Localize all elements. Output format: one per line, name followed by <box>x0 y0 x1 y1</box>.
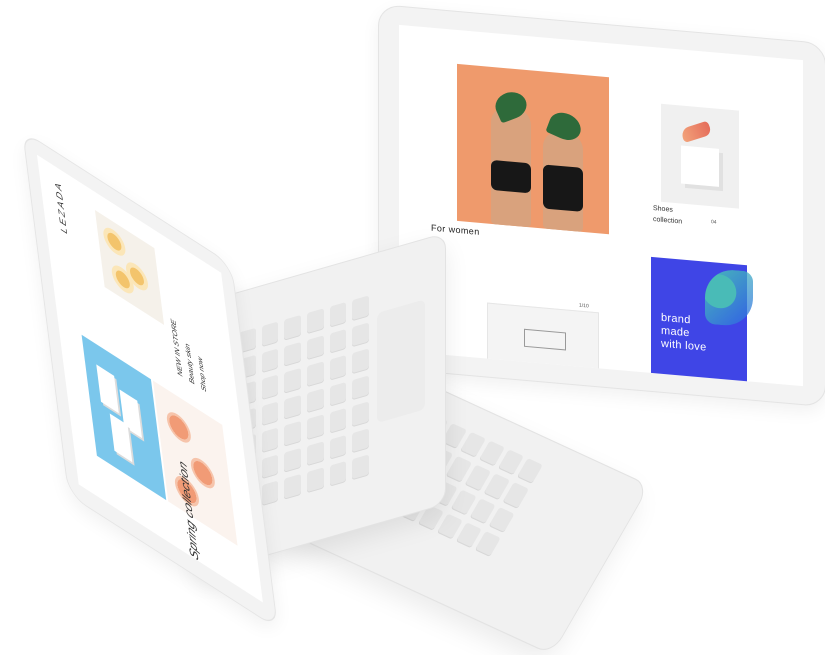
touchpad <box>377 299 425 424</box>
brand-wave-graphic <box>705 267 753 328</box>
small-text[interactable]: Shop now <box>197 355 208 394</box>
key <box>352 295 369 321</box>
key <box>284 474 301 500</box>
brand-tile[interactable]: brand made with love <box>651 256 753 386</box>
key <box>261 454 279 480</box>
key <box>306 308 324 334</box>
key <box>306 388 324 414</box>
swimsuit <box>491 159 531 194</box>
key <box>306 361 324 387</box>
small-text: NEW IN STORE <box>170 317 185 379</box>
laptop-mockup-scene: For women 1/10 Shoes collection 04 brand… <box>0 0 825 655</box>
key <box>284 314 301 341</box>
key <box>306 467 324 494</box>
left-laptop-lid: LEZADA NEW IN STORE Beauty skin Shop now… <box>22 130 279 630</box>
key <box>284 447 301 474</box>
key <box>329 461 347 487</box>
key <box>261 347 279 374</box>
key <box>352 375 369 401</box>
mini-frame <box>524 328 566 351</box>
flower-icon <box>114 267 131 292</box>
key <box>329 434 347 461</box>
shoes-tile[interactable] <box>661 103 739 209</box>
key <box>329 301 347 328</box>
key <box>284 368 301 394</box>
flower-icon <box>106 229 123 254</box>
right-laptop-screen: For women 1/10 Shoes collection 04 brand… <box>399 24 803 387</box>
women-label[interactable]: For women <box>431 223 480 237</box>
women-count: 1/10 <box>579 302 589 310</box>
key <box>329 408 347 434</box>
key <box>284 394 301 420</box>
key <box>306 334 324 361</box>
shoes-count: 04 <box>711 219 717 226</box>
key <box>284 341 301 367</box>
key <box>261 480 279 507</box>
key <box>261 427 279 454</box>
brand-text: brand made with love <box>661 311 707 354</box>
key <box>352 428 369 454</box>
pedestal <box>681 145 719 187</box>
swimsuit <box>543 164 583 212</box>
key <box>502 482 529 509</box>
key <box>329 328 347 354</box>
cosmetic-jar <box>165 406 193 449</box>
key <box>352 321 369 348</box>
key <box>261 321 279 347</box>
shoe-icon <box>679 120 713 143</box>
key <box>352 401 369 428</box>
flower-icon <box>129 264 145 289</box>
key <box>329 355 347 381</box>
key <box>352 454 369 481</box>
blue-product-tile[interactable] <box>81 334 167 501</box>
key <box>284 421 301 447</box>
key <box>488 506 515 533</box>
key <box>474 530 501 557</box>
food-tile[interactable] <box>94 210 165 326</box>
key <box>306 441 324 467</box>
women-tile[interactable] <box>457 63 609 235</box>
bottom-tile[interactable] <box>487 302 599 375</box>
key <box>516 458 543 485</box>
key <box>261 374 279 400</box>
key <box>352 348 369 374</box>
site-logo[interactable]: LEZADA <box>53 178 69 236</box>
shoes-label[interactable]: Shoes collection <box>653 203 713 230</box>
small-text: Beauty skin <box>184 341 197 387</box>
left-laptop-screen: LEZADA NEW IN STORE Beauty skin Shop now… <box>36 154 263 603</box>
product-box <box>96 364 119 414</box>
key <box>329 381 347 407</box>
key <box>306 414 324 441</box>
key <box>261 401 279 427</box>
